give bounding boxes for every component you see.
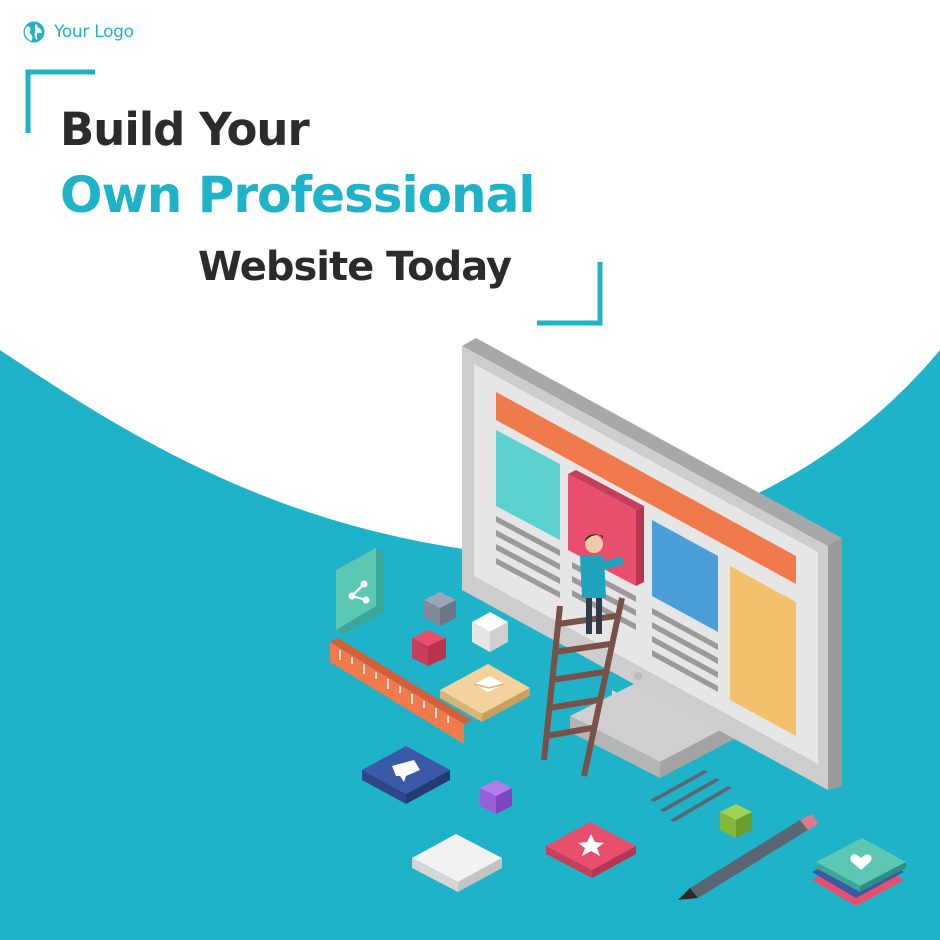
cube-purple xyxy=(480,780,512,814)
cube-green xyxy=(720,804,752,838)
star-icon xyxy=(546,822,636,878)
blank-tile xyxy=(412,834,502,892)
cube-gray xyxy=(424,592,456,626)
cube-white xyxy=(472,612,508,652)
chat-icon xyxy=(362,746,450,804)
bars xyxy=(650,770,732,822)
share-icon xyxy=(336,548,384,634)
website-builder-illustration xyxy=(330,338,906,906)
cube-red xyxy=(412,630,446,666)
heart-icon xyxy=(812,838,906,906)
